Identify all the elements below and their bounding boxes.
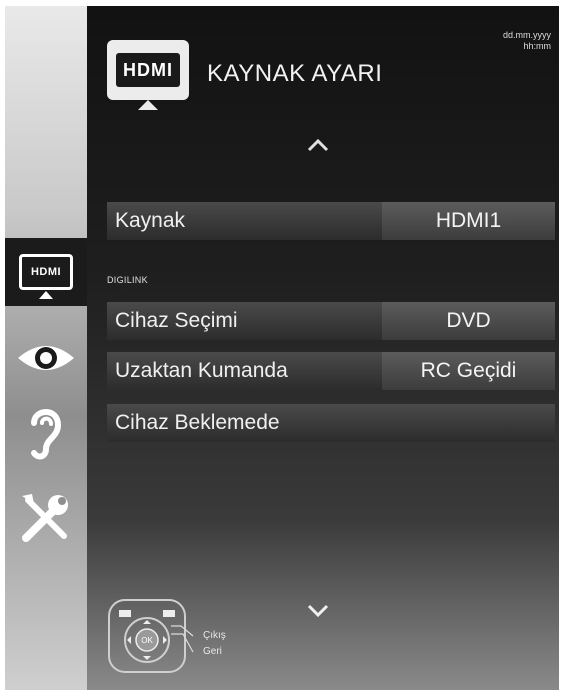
page-title: KAYNAK AYARI	[207, 60, 383, 87]
device-standby-label: Cihaz Beklemede	[115, 411, 280, 434]
sidebar-item-settings[interactable]	[5, 484, 87, 552]
tv-menu-frame: HDMI dd.mm.yyyy hh:mm HDMI KAYNAK AYARI …	[5, 6, 559, 690]
datetime: dd.mm.yyyy hh:mm	[503, 30, 551, 52]
hdmi-logo-icon: HDMI	[107, 40, 189, 110]
sidebar-item-sound[interactable]	[5, 398, 87, 466]
back-legend: Geri	[203, 646, 222, 657]
ear-icon	[31, 409, 62, 460]
hdmi-logo-text: HDMI	[116, 53, 180, 87]
remote-control-value[interactable]: RC Geçidi	[382, 352, 555, 390]
source-label: Kaynak	[115, 209, 186, 232]
sidebar-hdmi-label: HDMI	[30, 266, 62, 278]
source-value[interactable]: HDMI1	[382, 202, 555, 240]
sidebar: HDMI	[5, 6, 87, 690]
section-digilink: DIGILINK	[107, 275, 148, 285]
hdmi-icon: HDMI	[19, 254, 73, 299]
remote-control-row[interactable]: Uzaktan Kumanda RC Geçidi	[107, 352, 555, 390]
legend-connector-lines	[171, 625, 194, 653]
tools-icon	[22, 494, 68, 542]
eye-icon	[18, 346, 74, 370]
scroll-up-icon[interactable]	[307, 138, 329, 152]
device-selection-label: Cihaz Seçimi	[115, 309, 238, 332]
time-text: hh:mm	[523, 41, 551, 51]
scroll-down-icon[interactable]	[307, 604, 329, 618]
source-row[interactable]: Kaynak HDMI1	[107, 202, 555, 240]
device-standby-row[interactable]: Cihaz Beklemede	[107, 404, 555, 442]
sidebar-item-source[interactable]: HDMI	[5, 238, 87, 306]
ok-label: OK	[141, 636, 153, 645]
device-selection-row[interactable]: Cihaz Seçimi DVD	[107, 302, 555, 340]
remote-control-label: Uzaktan Kumanda	[115, 359, 288, 382]
date-text: dd.mm.yyyy	[502, 30, 551, 40]
device-selection-value[interactable]: DVD	[382, 302, 555, 340]
sidebar-item-picture[interactable]	[5, 324, 87, 392]
exit-legend: Çıkış	[203, 630, 226, 641]
main-panel: dd.mm.yyyy hh:mm HDMI KAYNAK AYARI Kayna…	[87, 6, 559, 690]
